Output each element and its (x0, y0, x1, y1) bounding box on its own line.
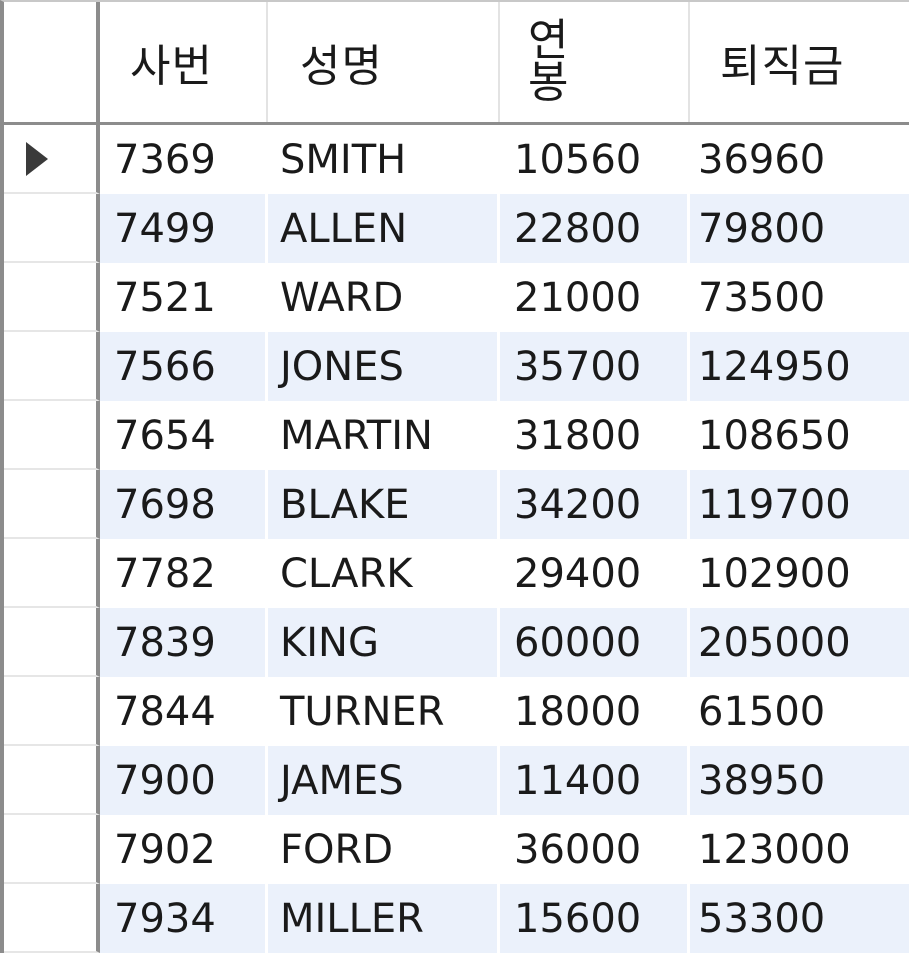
cell-severance[interactable]: 124950 (690, 332, 909, 401)
cell-severance[interactable]: 119700 (690, 470, 909, 539)
table-row[interactable]: 7844 TURNER 18000 61500 (4, 677, 909, 746)
cell-severance[interactable]: 123000 (690, 815, 909, 884)
grid-header: 사번 성명 연봉 퇴직금 (4, 2, 909, 125)
row-indicator[interactable] (4, 263, 100, 332)
cell-ename[interactable]: SMITH (268, 125, 500, 194)
column-header-label: 연봉 (528, 15, 570, 108)
cell-severance[interactable]: 73500 (690, 263, 909, 332)
cell-salary[interactable]: 31800 (500, 401, 690, 470)
cell-salary[interactable]: 36000 (500, 815, 690, 884)
cell-empno[interactable]: 7521 (100, 263, 268, 332)
cell-empno[interactable]: 7844 (100, 677, 268, 746)
cell-ename[interactable]: JAMES (268, 746, 500, 815)
row-indicator[interactable] (4, 470, 100, 539)
row-indicator[interactable] (4, 401, 100, 470)
row-indicator[interactable] (4, 194, 100, 263)
cell-ename[interactable]: BLAKE (268, 470, 500, 539)
cell-severance[interactable]: 36960 (690, 125, 909, 194)
table-row[interactable]: 7698 BLAKE 34200 119700 (4, 470, 909, 539)
table-row[interactable]: 7369 SMITH 10560 36960 (4, 125, 909, 194)
table-row[interactable]: 7902 FORD 36000 123000 (4, 815, 909, 884)
cell-empno[interactable]: 7902 (100, 815, 268, 884)
table-row[interactable]: 7900 JAMES 11400 38950 (4, 746, 909, 815)
row-indicator[interactable] (4, 539, 100, 608)
column-header-label: 성명 (300, 41, 383, 92)
cell-ename[interactable]: CLARK (268, 539, 500, 608)
cell-salary[interactable]: 10560 (500, 125, 690, 194)
cell-ename[interactable]: JONES (268, 332, 500, 401)
cell-ename[interactable]: TURNER (268, 677, 500, 746)
cell-severance[interactable]: 108650 (690, 401, 909, 470)
row-indicator[interactable] (4, 125, 100, 194)
column-header-ename[interactable]: 성명 (268, 2, 500, 122)
cell-empno[interactable]: 7499 (100, 194, 268, 263)
grid-corner[interactable] (4, 2, 100, 122)
cell-salary[interactable]: 34200 (500, 470, 690, 539)
cell-salary[interactable]: 22800 (500, 194, 690, 263)
cell-severance[interactable]: 205000 (690, 608, 909, 677)
cell-salary[interactable]: 15600 (500, 884, 690, 953)
row-indicator[interactable] (4, 746, 100, 815)
row-indicator[interactable] (4, 884, 100, 953)
table-row[interactable]: 7934 MILLER 15600 53300 (4, 884, 909, 953)
cell-salary[interactable]: 35700 (500, 332, 690, 401)
row-indicator[interactable] (4, 815, 100, 884)
cell-ename[interactable]: WARD (268, 263, 500, 332)
cell-salary[interactable]: 21000 (500, 263, 690, 332)
column-header-empno[interactable]: 사번 (100, 2, 268, 122)
cell-salary[interactable]: 60000 (500, 608, 690, 677)
column-header-salary[interactable]: 연봉 (500, 2, 690, 122)
table-row[interactable]: 7782 CLARK 29400 102900 (4, 539, 909, 608)
cell-empno[interactable]: 7369 (100, 125, 268, 194)
cell-empno[interactable]: 7654 (100, 401, 268, 470)
cell-salary[interactable]: 18000 (500, 677, 690, 746)
column-header-label: 퇴직금 (720, 41, 845, 92)
row-indicator[interactable] (4, 332, 100, 401)
cell-severance[interactable]: 53300 (690, 884, 909, 953)
table-row[interactable]: 7521 WARD 21000 73500 (4, 263, 909, 332)
cell-ename[interactable]: MARTIN (268, 401, 500, 470)
cell-ename[interactable]: KING (268, 608, 500, 677)
cell-ename[interactable]: FORD (268, 815, 500, 884)
column-header-label: 사번 (130, 41, 213, 92)
table-row[interactable]: 7566 JONES 35700 124950 (4, 332, 909, 401)
cell-empno[interactable]: 7900 (100, 746, 268, 815)
cell-salary[interactable]: 11400 (500, 746, 690, 815)
column-header-severance[interactable]: 퇴직금 (690, 2, 909, 122)
cell-ename[interactable]: ALLEN (268, 194, 500, 263)
cell-severance[interactable]: 102900 (690, 539, 909, 608)
cell-severance[interactable]: 61500 (690, 677, 909, 746)
table-row[interactable]: 7499 ALLEN 22800 79800 (4, 194, 909, 263)
table-row[interactable]: 7654 MARTIN 31800 108650 (4, 401, 909, 470)
cell-empno[interactable]: 7839 (100, 608, 268, 677)
cell-empno[interactable]: 7782 (100, 539, 268, 608)
result-grid[interactable]: 사번 성명 연봉 퇴직금 7369 SMITH 10560 36960 7499… (0, 0, 909, 953)
cell-empno[interactable]: 7934 (100, 884, 268, 953)
cell-empno[interactable]: 7566 (100, 332, 268, 401)
cell-salary[interactable]: 29400 (500, 539, 690, 608)
row-pointer-icon (26, 141, 48, 176)
row-indicator[interactable] (4, 677, 100, 746)
cell-ename[interactable]: MILLER (268, 884, 500, 953)
cell-severance[interactable]: 79800 (690, 194, 909, 263)
table-row[interactable]: 7839 KING 60000 205000 (4, 608, 909, 677)
row-indicator[interactable] (4, 608, 100, 677)
grid-body: 7369 SMITH 10560 36960 7499 ALLEN 22800 … (4, 125, 909, 953)
cell-empno[interactable]: 7698 (100, 470, 268, 539)
cell-severance[interactable]: 38950 (690, 746, 909, 815)
